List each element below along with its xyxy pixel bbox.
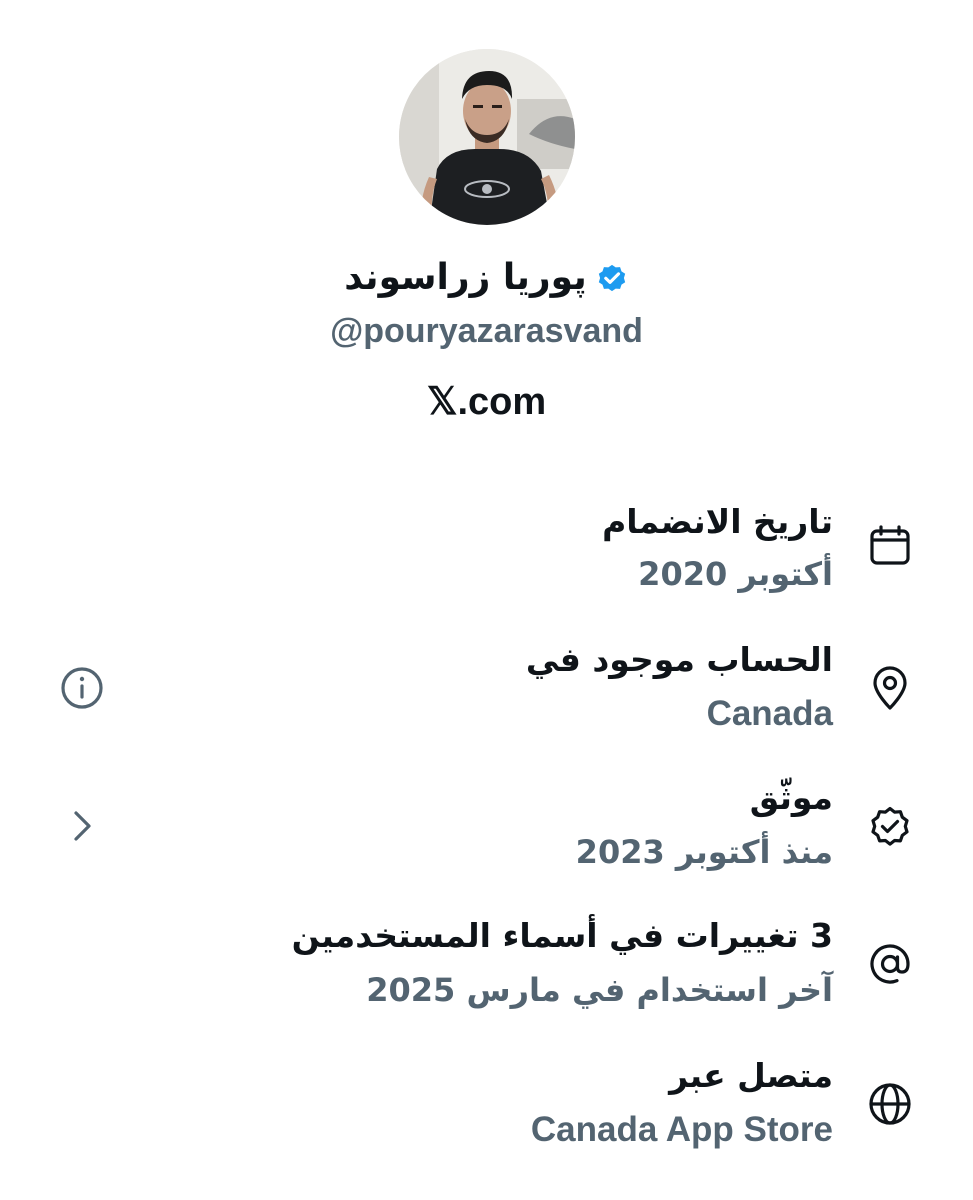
verified-badge-outline-icon [871,806,909,846]
profile-avatar[interactable] [399,49,575,225]
profile-website-link[interactable]: 𝕏.com [0,378,973,426]
about-row-username-changes: 3 تغييرات في أسماء المستخدمين آخر استخدا… [0,910,973,1030]
display-name-row: پوریا زراسوند [0,250,973,306]
account-location-value: Canada [706,694,833,733]
account-location-title: الحساب موجود في [525,640,833,679]
chevron-right-icon[interactable] [58,802,106,850]
globe-icon [869,1083,911,1125]
location-pin-icon [873,666,907,710]
calendar-icon [870,525,910,565]
avatar-photo [399,49,575,225]
about-row-connected-via: متصل عبر Canada App Store [0,1050,973,1170]
username-last-changed-value: آخر استخدام في مارس 2025 [366,971,833,1009]
profile-handle: @pouryazarasvand [330,312,643,350]
at-sign-icon [870,944,910,984]
username-changes-title: 3 تغييرات في أسماء المستخدمين [291,916,833,955]
about-row-join-date: تاريخ الانضمام أكتوبر 2020 [0,496,973,616]
verified-since-value: منذ أكتوبر 2023 [575,833,833,871]
about-row-account-location: الحساب موجود في Canada [0,634,973,754]
join-date-value: أكتوبر 2020 [638,555,833,593]
verified-title: موثّق [749,778,833,817]
info-icon[interactable] [58,664,106,712]
connected-via-value: Canada App Store [530,1110,833,1149]
connected-via-title: متصل عبر [669,1056,833,1095]
verified-badge-icon[interactable] [595,261,629,295]
join-date-title: تاريخ الانضمام [602,502,833,541]
display-name: پوریا زراسوند [344,257,587,298]
about-row-verified[interactable]: موثّق منذ أكتوبر 2023 [0,772,973,892]
